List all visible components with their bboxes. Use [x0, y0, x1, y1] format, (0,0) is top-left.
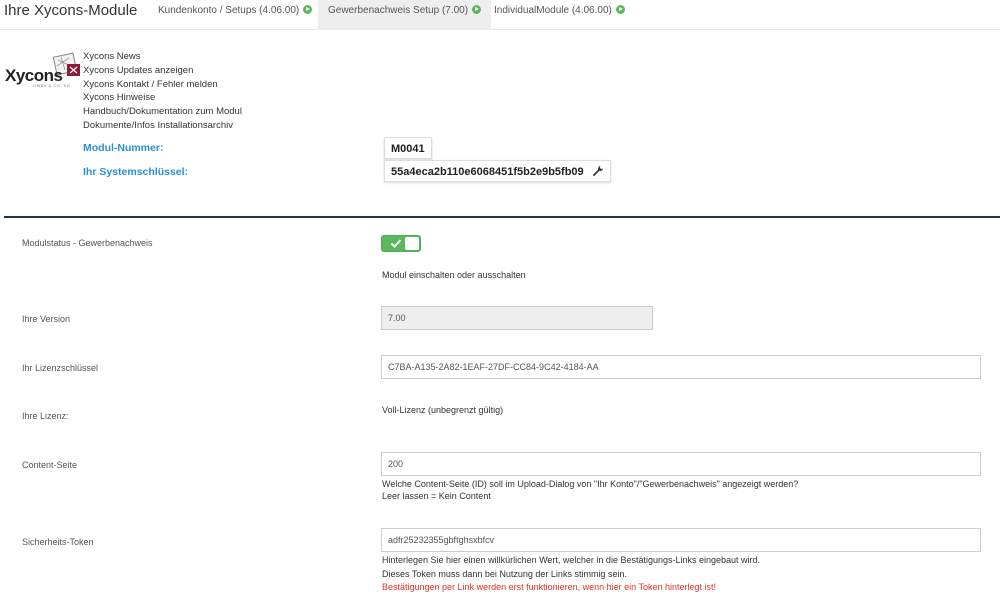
token-field[interactable]: adfr25232355gbftghsxbfcv	[381, 528, 981, 552]
play-circle-icon	[303, 5, 313, 14]
license-key-label: Ihr Lizenzschlüssel	[22, 363, 99, 373]
tab-label: IndividualModule (4.06.00)	[494, 5, 612, 16]
license-value: Voll-Lizenz (unbegrenzt gültig)	[382, 405, 504, 415]
tab-gewerbenachweis[interactable]: Gewerbenachweis Setup (7.00)	[318, 0, 492, 30]
link-documents[interactable]: Dokumente/Infos Installationsarchiv	[83, 119, 242, 133]
xycons-logo: Xycons GMBH & CO. KG	[5, 52, 83, 90]
module-number-label: Modul-Nummer:	[83, 142, 164, 154]
status-label: Modulstatus - Gewerbenachweis	[22, 238, 153, 248]
version-field: 7.00	[381, 306, 653, 330]
system-key-value: 55a4eca2b110e6068451f5b2e9b5fb09	[384, 160, 611, 182]
link-news[interactable]: Xycons News	[83, 50, 242, 64]
module-number-value: M0041	[384, 137, 432, 159]
system-key-label: Ihr Systemschlüssel:	[83, 166, 189, 178]
version-label: Ihre Version	[22, 314, 71, 324]
system-key-text: 55a4eca2b110e6068451f5b2e9b5fb09	[391, 166, 584, 178]
link-hints[interactable]: Xycons Hinweise	[83, 91, 242, 105]
check-icon	[390, 239, 402, 248]
content-page-help-empty: Leer lassen = Kein Content	[382, 491, 491, 501]
tab-label: Gewerbenachweis Setup (7.00)	[328, 5, 469, 16]
section-divider	[4, 216, 1000, 218]
module-number-text: M0041	[391, 143, 425, 155]
toggle-knob	[405, 237, 419, 250]
xycons-links: Xycons News Xycons Updates anzeigen Xyco…	[83, 50, 242, 133]
top-bar: Ihre Xycons-Module Kundenkonto / Setups …	[0, 0, 1000, 30]
wrench-icon[interactable]	[592, 165, 604, 177]
content-page-label: Content-Seite	[22, 460, 78, 470]
logo-subtext: GMBH & CO. KG	[33, 83, 71, 88]
license-key-field[interactable]: C7BA-A135-2A82-1EAF-27DF-CC84-9C42-4184-…	[381, 355, 981, 379]
token-warning: Bestätigungen per Link werden erst funkt…	[382, 582, 717, 592]
tab-label: Kundenkonto / Setups (4.06.00)	[158, 5, 300, 16]
token-label: Sicherheits-Token	[22, 537, 94, 547]
token-help-2: Dieses Token muss dann bei Nutzung der L…	[382, 569, 627, 579]
content-page-help: Welche Content-Seite (ID) soll im Upload…	[382, 479, 799, 489]
link-contact[interactable]: Xycons Kontakt / Fehler melden	[83, 78, 242, 92]
play-circle-icon	[472, 5, 482, 14]
page-title: Ihre Xycons-Module	[4, 2, 138, 19]
link-updates[interactable]: Xycons Updates anzeigen	[83, 64, 242, 78]
status-help: Modul einschalten oder ausschalten	[382, 270, 526, 280]
tab-individualmodule[interactable]: IndividualModule (4.06.00)	[494, 0, 625, 30]
tab-kundenkonto[interactable]: Kundenkonto / Setups (4.06.00)	[158, 0, 313, 30]
token-help: Hinterlegen Sie hier einen willkürlichen…	[382, 555, 761, 565]
link-manual[interactable]: Handbuch/Dokumentation zum Modul	[83, 105, 242, 119]
play-circle-icon	[615, 5, 625, 14]
module-status-toggle[interactable]	[381, 235, 421, 252]
license-label: Ihre Lizenz:	[22, 411, 69, 421]
content-page-field[interactable]: 200	[381, 452, 981, 476]
